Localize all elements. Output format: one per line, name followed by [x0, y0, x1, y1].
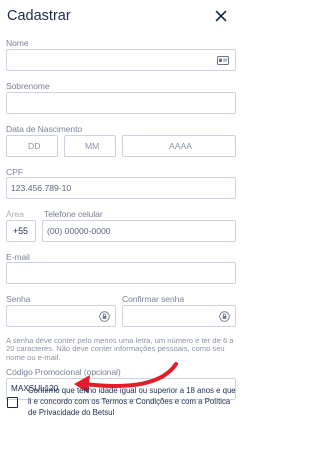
day-placeholder: DD	[28, 141, 41, 151]
cpf-placeholder: 123.456.789-10	[11, 183, 72, 193]
cpf-field[interactable]: 123.456.789-10	[6, 177, 236, 199]
nome-label: Nome	[6, 38, 29, 48]
telefone-field[interactable]: (00) 00000-0000	[42, 220, 236, 242]
telefone-placeholder: (00) 00000-0000	[47, 226, 111, 236]
month-field[interactable]: MM	[64, 135, 116, 157]
email-field[interactable]	[6, 262, 236, 284]
sobrenome-field[interactable]	[6, 92, 236, 114]
nascimento-label: Data de Nascimento	[6, 124, 83, 134]
sobrenome-label: Sobrenome	[6, 81, 50, 91]
email-label: E-mail	[6, 252, 30, 262]
modal-title: Cadastrar	[7, 8, 71, 24]
area-code-value: +55	[13, 226, 28, 236]
senha-label: Senha	[6, 294, 31, 304]
terms-link[interactable]: Termos e Condições	[102, 397, 173, 406]
consent-checkbox[interactable]	[7, 397, 18, 408]
confirmar-label: Confirmar senha	[122, 294, 185, 304]
close-icon[interactable]	[213, 8, 229, 24]
day-field[interactable]: DD	[6, 135, 58, 157]
lock-icon[interactable]	[99, 311, 110, 322]
nome-field[interactable]	[6, 49, 236, 71]
area-code-field[interactable]: +55	[6, 220, 36, 242]
senha-field[interactable]	[6, 305, 116, 327]
lock-icon[interactable]	[219, 311, 230, 322]
confirmar-field[interactable]	[122, 305, 236, 327]
month-placeholder: MM	[85, 141, 100, 151]
consent-text-middle: e com a	[172, 396, 205, 406]
year-placeholder: AAAA	[169, 141, 192, 151]
id-card-icon	[217, 56, 229, 65]
modal-header: Cadastrar	[0, 0, 245, 34]
telefone-label: Telefone celular	[44, 209, 103, 219]
cpf-label: CPF	[6, 167, 23, 177]
consent-text: Confirmo que tenho idade igual ou superi…	[28, 386, 240, 418]
area-label: Área	[6, 209, 24, 219]
year-field[interactable]: AAAA	[122, 135, 236, 157]
